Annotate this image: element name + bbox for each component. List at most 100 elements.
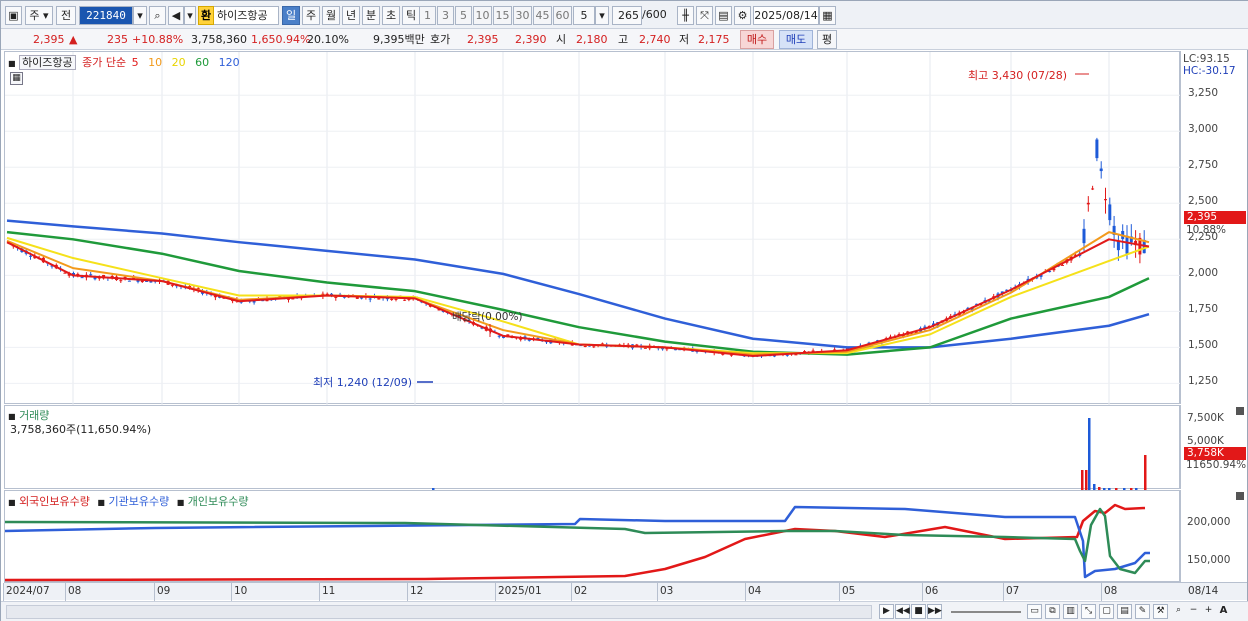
last-volume-pct: 11650.94% <box>1186 459 1247 471</box>
close-icon[interactable] <box>1236 407 1244 415</box>
x-tick: 11 <box>322 585 336 597</box>
price-tick: 2,250 <box>1188 231 1219 244</box>
fx-button[interactable]: 환 <box>198 6 214 25</box>
chevron-down-icon[interactable]: ▾ <box>595 6 609 25</box>
interval-button[interactable]: 30 <box>513 6 532 25</box>
prev-button[interactable]: 전 <box>56 6 76 25</box>
sell-button[interactable]: 매도 <box>779 30 813 49</box>
candle <box>1108 204 1112 221</box>
crosshair-icon[interactable]: ⤧ <box>696 6 713 25</box>
interval-button[interactable]: 45 <box>533 6 552 25</box>
x-divider <box>231 583 232 601</box>
volume-value: 3,758,360 <box>191 33 247 46</box>
eval-button[interactable]: 평 <box>817 30 837 49</box>
font-size-icon[interactable]: A <box>1216 604 1231 619</box>
interval-button[interactable]: 15 <box>493 6 512 25</box>
zoom-out-icon[interactable]: − <box>1186 604 1201 619</box>
tile-icon[interactable]: ▤ <box>1117 604 1132 619</box>
interval-button[interactable]: 5 <box>455 6 472 25</box>
period-button[interactable]: 일 <box>282 6 300 25</box>
x-divider <box>407 583 408 601</box>
event-annotation: 배당락(0.00%) <box>452 311 523 323</box>
gear-icon[interactable]: ⚙ <box>734 6 751 25</box>
close-icon[interactable] <box>1236 492 1244 500</box>
price-legend: ■ 하이즈항공 종가 단순 5 10 20 60 120 <box>8 54 240 70</box>
stock-name: 하이즈항공 <box>214 6 279 25</box>
bid-price: 2,390 <box>515 33 547 46</box>
window-icon[interactable]: ▢ <box>1099 604 1114 619</box>
volume-panel: ■ 거래량 3,758,360주(11,650.94%) <box>4 405 1180 490</box>
interval-button[interactable]: 3 <box>437 6 454 25</box>
candle <box>635 344 639 346</box>
table-icon[interactable]: ▦ <box>10 72 23 85</box>
last-price-badge: 2,395 <box>1184 211 1246 224</box>
period-button[interactable]: 틱 <box>402 6 420 25</box>
interval-button[interactable]: 60 <box>553 6 572 25</box>
interval-input[interactable]: 5 <box>573 6 595 25</box>
candle <box>1104 199 1107 201</box>
ma-label: 종가 단순 <box>82 56 127 69</box>
x-divider <box>495 583 496 601</box>
x-divider <box>745 583 746 601</box>
high-annotation: 최고 3,430 (07/28) <box>968 69 1067 82</box>
candle <box>394 298 398 300</box>
search-icon[interactable]: ⌕ <box>149 6 166 25</box>
tools-icon[interactable]: ⚒ <box>1153 604 1168 619</box>
up-arrow-icon: ▲ <box>69 33 78 46</box>
count-input[interactable]: 265 <box>612 6 642 25</box>
candle <box>1061 264 1064 266</box>
chevron-down-icon[interactable]: ▾ <box>184 6 196 25</box>
period-button[interactable]: 월 <box>322 6 340 25</box>
vol-tick: 5,000K <box>1187 435 1224 447</box>
interval-button[interactable]: 10 <box>473 6 492 25</box>
period-button[interactable]: 분 <box>362 6 380 25</box>
market-select[interactable]: 주 ▾ <box>25 6 53 25</box>
price-tick: 2,000 <box>1188 267 1219 280</box>
copy-icon[interactable]: ⧉ <box>1045 604 1060 619</box>
current-price: 2,395 <box>33 33 65 46</box>
split-icon[interactable]: ▥ <box>1063 604 1078 619</box>
forward-icon[interactable]: ▶▶ <box>927 604 942 619</box>
zoom-slider[interactable] <box>951 611 1021 613</box>
code-input[interactable]: 221840 <box>79 6 133 25</box>
volume-ratio: 1,650.94% <box>251 33 311 46</box>
period-button[interactable]: 초 <box>382 6 400 25</box>
price-change-pct: +10.88% <box>132 33 184 46</box>
candle <box>1091 188 1095 190</box>
chart-controls: ▶ ◀◀ ■ ▶▶ ▭ ⧉ ▥ ⤡ ▢ ▤ ✎ ⚒ ⌕ − + A <box>1 601 1248 621</box>
magnify-icon[interactable]: ⌕ <box>1171 604 1186 619</box>
period-button[interactable]: 년 <box>342 6 360 25</box>
chevron-down-icon[interactable]: ▾ <box>133 6 147 25</box>
draw-icon[interactable]: ✎ <box>1135 604 1150 619</box>
date-input[interactable]: 2025/08/14 <box>753 6 819 25</box>
stop-icon[interactable]: ■ <box>911 604 926 619</box>
scrollbar[interactable] <box>6 605 872 619</box>
interval-button[interactable]: 1 <box>419 6 436 25</box>
x-divider <box>571 583 572 601</box>
zoom-in-icon[interactable]: + <box>1201 604 1216 619</box>
chart-icon[interactable]: ⤡ <box>1081 604 1096 619</box>
buy-button[interactable]: 매수 <box>740 30 774 49</box>
x-divider <box>1101 583 1102 601</box>
price-tick: 2,500 <box>1188 195 1219 208</box>
save-icon[interactable]: ▤ <box>715 6 732 25</box>
volume-bar <box>1144 455 1147 490</box>
ma-120: 120 <box>218 56 240 69</box>
price-tick: 1,750 <box>1188 303 1219 316</box>
candle <box>377 298 381 300</box>
layout-icon[interactable]: ▣ <box>5 6 22 25</box>
rewind-icon[interactable]: ◀◀ <box>895 604 910 619</box>
candle <box>794 354 798 356</box>
price-axis: LC:93.15 HC:-30.17 2,395 10.88% 3,250 3,0… <box>1180 51 1247 404</box>
candle-icon[interactable]: ╫ <box>677 6 694 25</box>
period-button[interactable]: 주 <box>302 6 320 25</box>
ma-10: 10 <box>148 56 163 69</box>
calendar-icon[interactable]: ▦ <box>819 6 836 25</box>
scroll-right-icon[interactable]: ▶ <box>879 604 894 619</box>
x-tick: 07 <box>1006 585 1020 597</box>
x-tick: 03 <box>660 585 674 597</box>
x-tick: 10 <box>234 585 248 597</box>
volume-value: 3,758,360주(11,650.94%) <box>10 423 152 436</box>
layout-icon[interactable]: ▭ <box>1027 604 1042 619</box>
speaker-icon[interactable]: ◀ <box>168 6 184 25</box>
